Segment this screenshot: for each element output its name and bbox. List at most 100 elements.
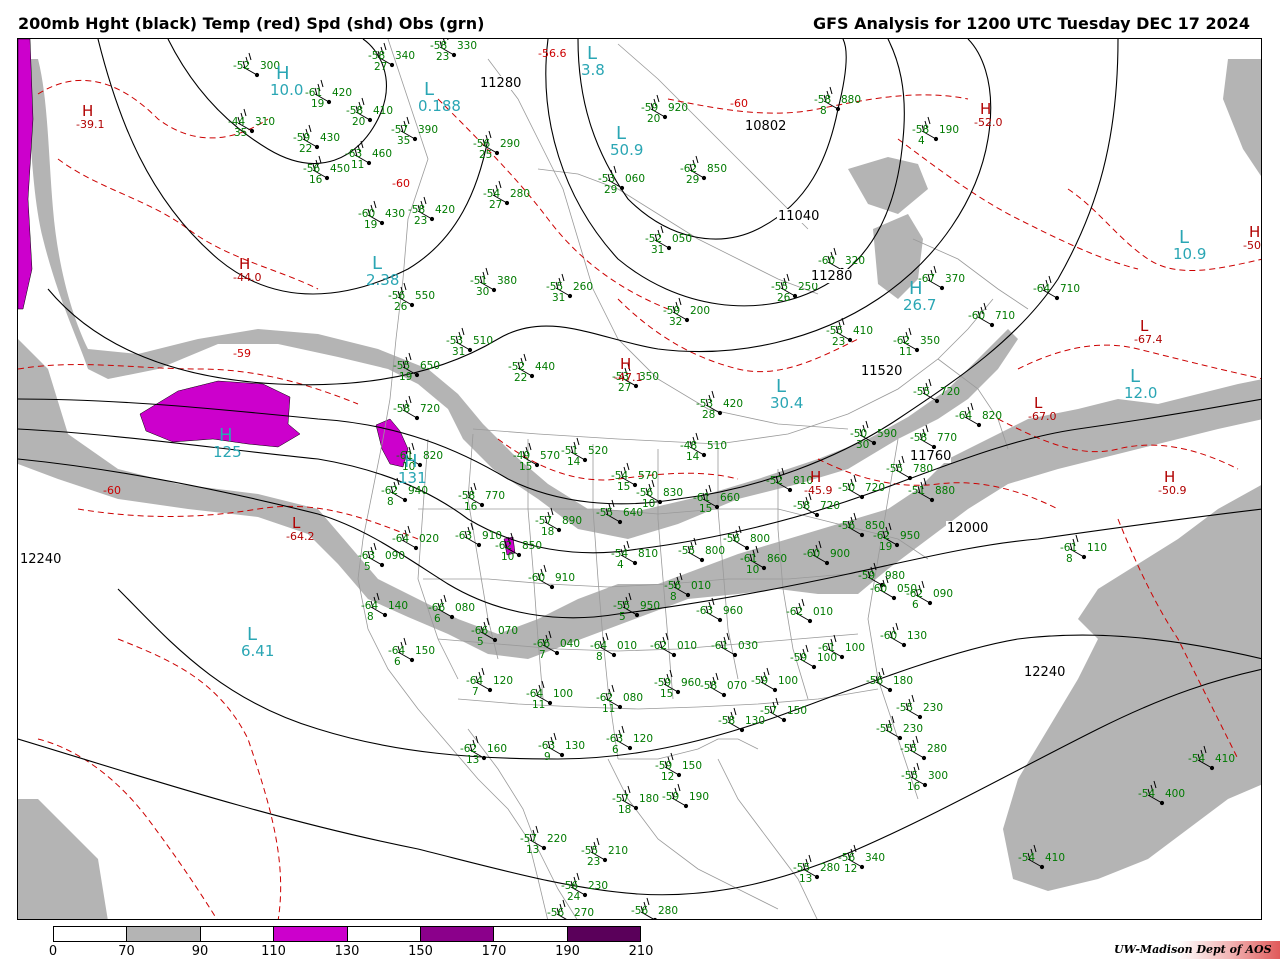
station-obs[interactable]: -58 34027 (368, 50, 415, 73)
station-obs[interactable]: -59 15012 (655, 760, 702, 783)
station-obs[interactable]: -63 1206 (606, 733, 653, 756)
station-obs[interactable]: -57 150 (760, 705, 807, 717)
obs-height: 520 (588, 445, 608, 457)
station-obs[interactable]: -57 22013 (520, 833, 567, 856)
station-obs[interactable]: -52 05031 (645, 233, 692, 256)
station-obs[interactable]: -60 710 (968, 310, 1015, 322)
station-obs[interactable]: -62 85029 (680, 163, 727, 186)
station-dot (326, 99, 332, 105)
station-obs[interactable]: -61 030 (711, 640, 758, 652)
station-obs[interactable]: -62 0906 (906, 588, 953, 611)
station-obs[interactable]: -58 41020 (346, 105, 393, 128)
station-dot (662, 114, 668, 120)
station-obs[interactable]: -61 42019 (305, 87, 352, 110)
station-obs[interactable]: -55 230 (876, 723, 923, 735)
station-obs[interactable]: -55 30016 (901, 770, 948, 793)
station-obs[interactable]: -58 720 (793, 500, 840, 512)
station-obs[interactable]: -49 57015 (513, 450, 560, 473)
station-obs[interactable]: -55 230 (896, 702, 943, 714)
station-dot (787, 487, 793, 493)
weather-map[interactable]: -52 300 -58 340 27 -58 330 23 -61 420 19 -58 410 20 -4… (17, 38, 1262, 920)
station-obs[interactable]: -59 190 (662, 791, 709, 803)
station-obs[interactable]: -54 28027 (483, 188, 530, 211)
station-dot (617, 704, 623, 710)
station-obs[interactable]: -64 710 (1033, 283, 1080, 295)
station-obs[interactable]: -57 39035 (391, 124, 438, 147)
station-obs[interactable]: -64 10011 (526, 688, 573, 711)
station-obs[interactable]: -56 29025 (473, 138, 520, 161)
station-obs[interactable]: -63 1309 (538, 740, 585, 763)
station-obs[interactable]: -44 31035 (228, 116, 275, 139)
station-dot (717, 410, 723, 416)
station-obs[interactable]: -59 20032 (663, 305, 710, 328)
station-obs[interactable]: -60 43019 (358, 208, 405, 231)
station-obs[interactable]: -60 130 (880, 630, 927, 642)
station-dot (554, 650, 560, 656)
station-obs[interactable]: -55 780 (886, 463, 933, 475)
station-obs[interactable]: -55 720 (913, 386, 960, 398)
station-obs[interactable]: -64 1506 (388, 645, 435, 668)
station-obs[interactable]: -59 100 (790, 652, 837, 664)
station-obs[interactable]: -54 8104 (611, 548, 658, 571)
station-obs[interactable]: -67 370 (918, 273, 965, 285)
station-obs[interactable]: -57 89018 (535, 515, 582, 538)
station-obs[interactable]: -55 25026 (771, 281, 818, 304)
station-obs[interactable]: -64 0108 (590, 640, 637, 663)
station-obs[interactable]: -53 51031 (446, 335, 493, 358)
station-obs[interactable]: -57 18018 (612, 793, 659, 816)
station-obs[interactable]: -60 320 (818, 255, 865, 267)
station-obs[interactable]: -63 46011 (345, 148, 392, 171)
station-obs[interactable]: -58 720 (393, 403, 440, 415)
station-obs[interactable]: -58 42023 (408, 204, 455, 227)
station-obs[interactable]: -62 010 (650, 640, 697, 652)
station-obs[interactable]: -55 280 (900, 743, 947, 755)
station-obs[interactable]: -56 45016 (303, 163, 350, 186)
station-obs[interactable]: -59 100 (751, 675, 798, 687)
obs-height: 030 (738, 640, 758, 652)
station-obs[interactable]: -59 43022 (293, 132, 340, 155)
station-obs[interactable]: -55 41023 (826, 325, 873, 348)
obs-height: 150 (415, 645, 435, 657)
low-center: L0.188 (418, 79, 461, 115)
station-obs[interactable]: -58 33023 (430, 40, 477, 63)
station-obs[interactable]: -51 38030 (470, 275, 517, 298)
station-obs[interactable]: -63 0905 (358, 550, 405, 573)
station-obs[interactable]: -52 44022 (508, 361, 555, 384)
station-obs[interactable]: -53 06029 (598, 173, 645, 196)
station-obs[interactable]: -62 010 (786, 606, 833, 618)
station-obs[interactable]: -59 92020 (641, 102, 688, 125)
station-obs[interactable]: -56 280 (631, 905, 678, 917)
station-obs[interactable]: -64 820 (955, 410, 1002, 422)
station-obs[interactable]: -58 77016 (458, 490, 505, 513)
station-obs[interactable]: -56 55026 (388, 290, 435, 313)
station-obs[interactable]: -64 1207 (466, 675, 513, 698)
station-obs[interactable]: -61 1108 (1060, 542, 1107, 565)
station-obs[interactable]: -55 21023 (581, 845, 628, 868)
station-obs[interactable]: -58 1904 (912, 124, 959, 147)
station-obs[interactable]: -62 85010 (495, 540, 542, 563)
station-obs[interactable]: -58 130 (718, 715, 765, 727)
station-obs[interactable]: -52 300 (233, 60, 280, 72)
station-obs[interactable]: -58 070 (700, 680, 747, 692)
station-obs[interactable]: -59 96015 (654, 677, 701, 700)
station-obs[interactable]: -63 960 (696, 605, 743, 617)
station-obs[interactable]: -62 9408 (381, 485, 428, 508)
obs-dewpoint: 11 (351, 159, 364, 171)
station-obs[interactable]: -60 910 (528, 572, 575, 584)
station-obs[interactable]: -62 16013 (460, 743, 507, 766)
station-obs[interactable]: -58 770 (910, 432, 957, 444)
station-obs[interactable]: -55 800 (678, 545, 725, 557)
obs-temperature: -55 (678, 545, 695, 557)
station-obs[interactable]: -51 52014 (561, 445, 608, 468)
station-obs[interactable]: -62 08011 (596, 692, 643, 715)
station-obs[interactable]: -62 35011 (893, 335, 940, 358)
station-obs[interactable]: -56 180 (866, 675, 913, 687)
station-obs[interactable]: -56 23024 (561, 880, 608, 903)
obs-height: 130 (907, 630, 927, 642)
station-obs[interactable]: -56 800 (723, 533, 770, 545)
station-obs[interactable]: -50 720 (838, 482, 885, 494)
station-obs[interactable]: -56 34012 (838, 852, 885, 875)
station-obs[interactable]: -55 26031 (546, 281, 593, 304)
station-obs[interactable]: -53 42028 (696, 398, 743, 421)
station-obs[interactable]: -64 020 (392, 533, 439, 545)
